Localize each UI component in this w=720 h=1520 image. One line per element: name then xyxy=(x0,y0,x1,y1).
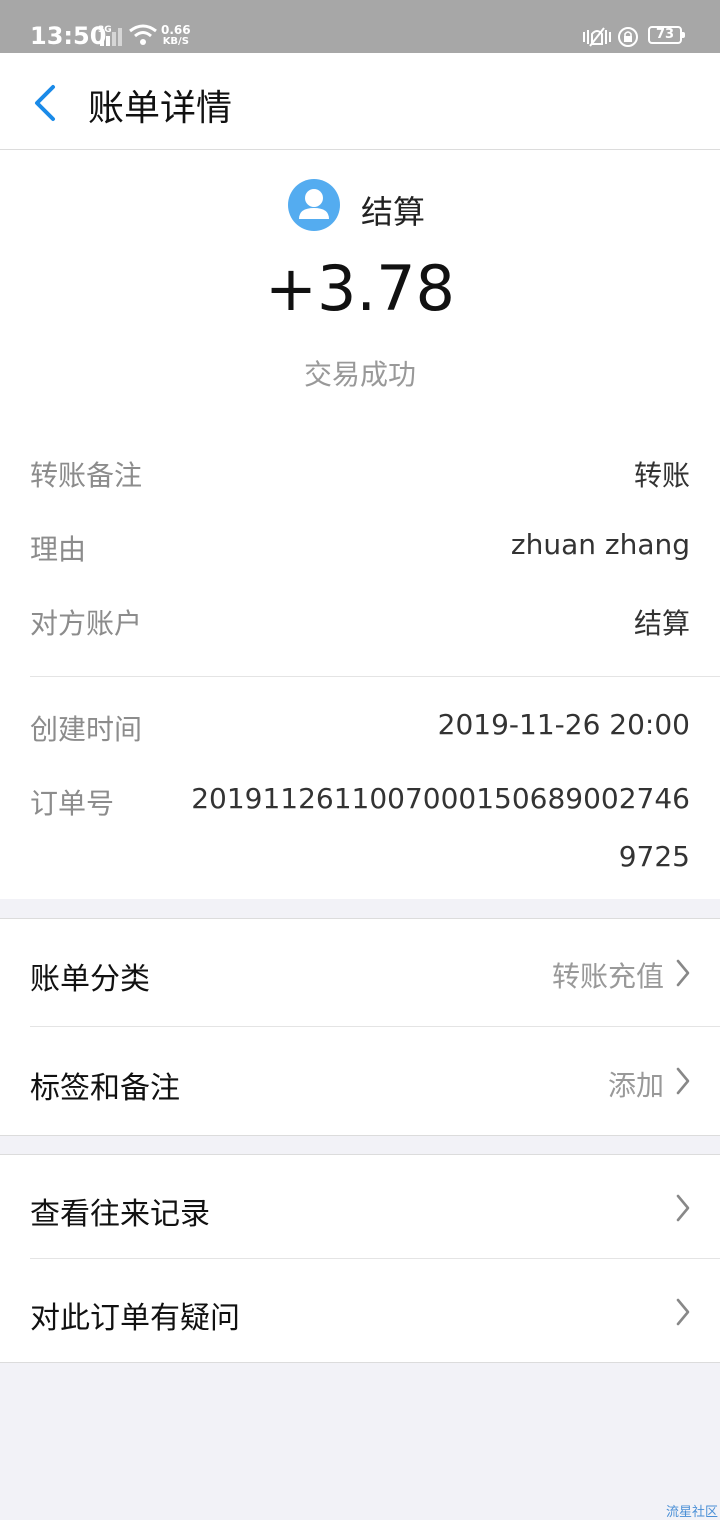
menu-label: 对此订单有疑问 xyxy=(30,1301,240,1336)
wifi-icon xyxy=(129,24,157,45)
detail-label: 对方账户 xyxy=(30,607,143,640)
menu-group-category: 账单分类 转账充值 标签和备注 添加 xyxy=(0,918,720,1136)
app-header: 账单详情 xyxy=(0,53,720,150)
detail-row-created-time: 创建时间 2019-11-26 20:00 xyxy=(30,708,690,748)
menu-group-actions: 查看往来记录 对此订单有疑问 xyxy=(0,1154,720,1363)
order-number: 2019112611007000150689002746972​5 xyxy=(191,782,690,873)
status-time: 13:50 xyxy=(30,22,107,50)
back-button[interactable] xyxy=(22,75,72,127)
menu-label: 查看往来记录 xyxy=(30,1197,210,1232)
detail-label: 订单号 xyxy=(30,787,115,820)
menu-label: 账单分类 xyxy=(30,962,150,997)
order-question-row[interactable]: 对此订单有疑问 xyxy=(0,1259,720,1362)
status-bar: 13:50 3G 0.66 KB/S 73 xyxy=(0,0,720,53)
watermark: 流星社区 xyxy=(665,1505,718,1520)
transaction-amount: +3.78 xyxy=(265,252,455,325)
menu-label: 标签和备注 xyxy=(30,1071,180,1106)
payee-row: 结算 xyxy=(0,178,720,232)
bill-summary-card: 结算 +3.78 交易成功 转账备注 转账 理由 zhuan zhang 对方账… xyxy=(0,150,720,899)
detail-value: 转账 xyxy=(633,459,690,492)
detail-value: 2019-11-26 20:00 xyxy=(437,708,690,741)
avatar xyxy=(288,179,340,231)
bill-category-row[interactable]: 账单分类 转账充值 xyxy=(0,919,720,1026)
vibrate-mute-icon xyxy=(583,27,611,47)
detail-row-counterparty: 对方账户 结算 xyxy=(30,602,690,642)
menu-value: 转账充值 xyxy=(551,960,664,993)
page-title: 账单详情 xyxy=(88,88,233,129)
chevron-right-icon xyxy=(676,959,690,987)
payee-name: 结算 xyxy=(361,193,426,231)
divider xyxy=(30,676,720,677)
detail-row-remark: 转账备注 转账 xyxy=(30,454,690,494)
detail-label: 创建时间 xyxy=(30,713,143,746)
rotation-lock-icon xyxy=(618,27,638,47)
detail-value: 结算 xyxy=(633,607,690,640)
user-icon xyxy=(299,189,329,219)
view-history-row[interactable]: 查看往来记录 xyxy=(0,1155,720,1258)
network-speed-unit: KB/S xyxy=(162,36,189,47)
chevron-right-icon xyxy=(676,1298,690,1326)
detail-label: 转账备注 xyxy=(30,459,143,492)
transaction-status: 交易成功 xyxy=(303,358,416,391)
network-speed-value: 0.66 xyxy=(161,23,191,37)
detail-value: zhuan zhang xyxy=(510,528,690,561)
chevron-right-icon xyxy=(676,1194,690,1222)
battery-level: 73 xyxy=(648,26,685,44)
menu-value: 添加 xyxy=(607,1069,664,1102)
detail-row-order-number: 订单号 2019112611007000150689002746972​5 xyxy=(30,782,690,882)
chevron-left-icon xyxy=(35,85,55,121)
network-speed: 0.66 KB/S xyxy=(161,24,191,48)
detail-label: 理由 xyxy=(30,533,87,566)
tags-notes-row[interactable]: 标签和备注 添加 xyxy=(0,1027,720,1134)
chevron-right-icon xyxy=(676,1067,690,1095)
detail-row-reason: 理由 zhuan zhang xyxy=(30,528,690,568)
signal-icon xyxy=(100,28,122,46)
